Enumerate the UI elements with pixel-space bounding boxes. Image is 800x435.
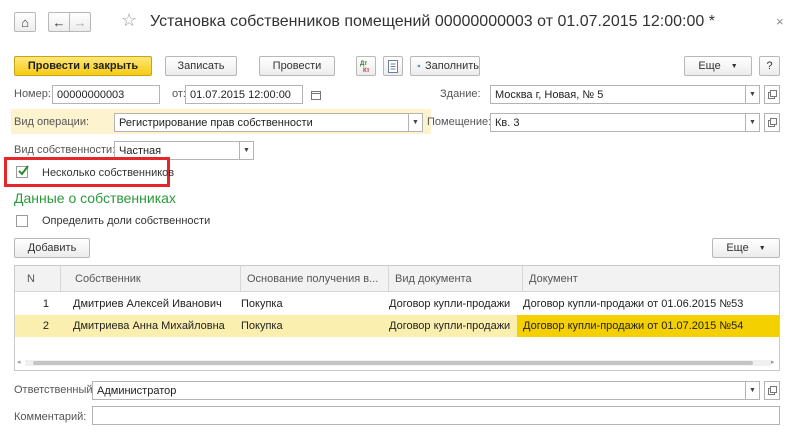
page-title: Установка собственников помещений 000000… bbox=[150, 13, 715, 30]
table-more-label: Еще bbox=[726, 242, 749, 254]
column-header-n[interactable]: N bbox=[15, 266, 61, 292]
horizontal-scrollbar[interactable] bbox=[25, 360, 771, 366]
fill-button-label: Заполнить bbox=[424, 60, 479, 72]
number-field[interactable]: 00000000003 bbox=[52, 85, 160, 104]
table-row-selected[interactable]: 2 Дмитриева Анна Михайловна Покупка Дого… bbox=[15, 315, 779, 337]
responsible-label: Ответственный: bbox=[14, 384, 96, 396]
multiple-owners-label[interactable]: Несколько собственников bbox=[42, 167, 174, 179]
cell-n: 1 bbox=[42, 298, 49, 310]
add-button[interactable]: Добавить bbox=[14, 238, 90, 258]
operation-label: Вид операции: bbox=[14, 116, 90, 128]
help-button[interactable]: ? bbox=[759, 56, 780, 76]
column-header-basis[interactable]: Основание получения в... bbox=[241, 266, 389, 292]
svg-text:Кт: Кт bbox=[363, 68, 370, 73]
star-icon[interactable]: ☆ bbox=[121, 10, 137, 31]
chevron-down-icon: ▼ bbox=[749, 119, 756, 126]
define-shares-label[interactable]: Определить доли собственности bbox=[42, 215, 210, 227]
chevron-down-icon: ▼ bbox=[412, 119, 419, 126]
column-header-owner[interactable]: Собственник bbox=[61, 266, 241, 292]
svg-text:Дт: Дт bbox=[360, 61, 367, 67]
more-button-label: Еще bbox=[698, 60, 721, 72]
scroll-right-icon[interactable]: ▸ bbox=[771, 358, 775, 366]
cell-n: 2 bbox=[42, 320, 49, 332]
debit-credit-button[interactable]: Дт Кт bbox=[356, 56, 376, 76]
building-open-button[interactable] bbox=[764, 85, 780, 104]
ownership-label: Вид собственности: bbox=[14, 144, 116, 156]
owners-section-title: Данные о собственниках bbox=[14, 190, 176, 206]
fill-arrow-icon bbox=[417, 64, 421, 68]
comment-field[interactable] bbox=[92, 406, 780, 425]
define-shares-checkbox[interactable] bbox=[16, 215, 28, 227]
checkmark-icon bbox=[18, 165, 29, 176]
scrollbar-thumb[interactable] bbox=[33, 361, 753, 365]
close-icon[interactable]: × bbox=[776, 14, 784, 29]
premises-dropdown-button[interactable]: ▼ bbox=[746, 113, 760, 132]
calendar-button[interactable] bbox=[308, 85, 324, 104]
ownership-dropdown-button[interactable]: ▼ bbox=[240, 141, 254, 160]
calendar-icon bbox=[311, 90, 321, 100]
cell-document: Договор купли-продажи от 01.06.2015 №53 bbox=[523, 298, 744, 310]
operation-field[interactable]: Регистрирование прав собственности bbox=[114, 113, 409, 132]
document-icon bbox=[388, 59, 398, 73]
open-link-icon bbox=[767, 90, 777, 99]
forward-button[interactable]: → bbox=[69, 12, 91, 32]
date-label: от: bbox=[172, 88, 186, 100]
cell-basis: Покупка bbox=[241, 298, 283, 310]
back-button[interactable]: ← bbox=[48, 12, 70, 32]
open-link-icon bbox=[767, 118, 777, 127]
cell-owner: Дмитриева Анна Михайловна bbox=[73, 320, 225, 332]
responsible-dropdown-button[interactable]: ▼ bbox=[746, 381, 760, 400]
arrow-left-icon: ← bbox=[52, 14, 66, 30]
debit-credit-icon: Дт Кт bbox=[360, 61, 370, 73]
building-label: Здание: bbox=[440, 88, 481, 100]
post-and-close-button[interactable]: Провести и закрыть bbox=[14, 56, 152, 76]
cell-basis: Покупка bbox=[241, 320, 283, 332]
table-more-button[interactable]: Еще ▼ bbox=[712, 238, 780, 258]
multiple-owners-checkbox[interactable] bbox=[16, 165, 29, 178]
open-link-icon bbox=[767, 386, 777, 395]
responsible-open-button[interactable] bbox=[764, 381, 780, 400]
home-button[interactable]: ⌂ bbox=[14, 12, 36, 32]
report-button[interactable] bbox=[383, 56, 403, 76]
cell-owner: Дмитриев Алексей Иванович bbox=[73, 298, 222, 310]
operation-dropdown-button[interactable]: ▼ bbox=[409, 113, 423, 132]
post-button[interactable]: Провести bbox=[259, 56, 335, 76]
arrow-right-icon: → bbox=[73, 14, 87, 30]
owners-table: N Собственник Основание получения в... В… bbox=[14, 265, 780, 371]
comment-label: Комментарий: bbox=[14, 411, 87, 423]
building-field[interactable]: Москва г, Новая, № 5 bbox=[490, 85, 746, 104]
chevron-down-icon: ▼ bbox=[749, 91, 756, 98]
table-row[interactable]: 1 Дмитриев Алексей Иванович Покупка Дого… bbox=[15, 293, 779, 315]
building-dropdown-button[interactable]: ▼ bbox=[746, 85, 760, 104]
premises-field[interactable]: Кв. 3 bbox=[490, 113, 746, 132]
cell-doc-type: Договор купли-продажи bbox=[389, 320, 511, 332]
chevron-down-icon: ▼ bbox=[749, 387, 756, 394]
chevron-down-icon: ▼ bbox=[758, 244, 766, 252]
column-header-document[interactable]: Документ bbox=[523, 266, 779, 292]
date-field[interactable]: 01.07.2015 12:00:00 bbox=[185, 85, 303, 104]
cell-doc-type: Договор купли-продажи bbox=[389, 298, 511, 310]
save-button[interactable]: Записать bbox=[165, 56, 237, 76]
home-icon: ⌂ bbox=[21, 14, 29, 30]
scroll-left-icon[interactable]: ◂ bbox=[17, 358, 21, 366]
chevron-down-icon: ▼ bbox=[243, 147, 250, 154]
table-header: N Собственник Основание получения в... В… bbox=[15, 266, 779, 292]
column-header-doc-type[interactable]: Вид документа bbox=[389, 266, 523, 292]
more-button[interactable]: Еще ▼ bbox=[684, 56, 752, 76]
cell-document-selected[interactable]: Договор купли-продажи от 01.07.2015 №54 bbox=[517, 315, 779, 337]
premises-label: Помещение: bbox=[427, 116, 492, 128]
premises-open-button[interactable] bbox=[764, 113, 780, 132]
number-label: Номер: bbox=[14, 88, 51, 100]
chevron-down-icon: ▼ bbox=[730, 62, 738, 70]
responsible-field[interactable]: Администратор bbox=[92, 381, 746, 400]
fill-button[interactable]: Заполнить bbox=[410, 56, 480, 76]
